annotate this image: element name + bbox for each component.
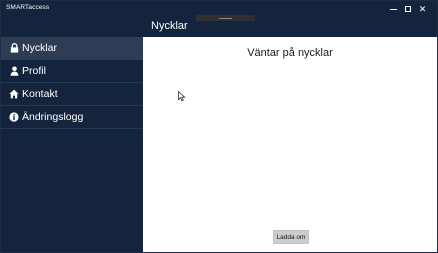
sidebar-item-nycklar[interactable]: Nycklar [1, 37, 143, 60]
page-title: Nycklar [151, 20, 188, 32]
main-content: Väntar på nycklar Ladda om [143, 37, 437, 252]
sidebar-item-andringslogg[interactable]: Ändringslogg [1, 106, 143, 129]
app-window: SMARTaccess ✕ Nycklar Profil Kontakt Änd… [0, 0, 438, 253]
sidebar-item-label: Profil [22, 65, 46, 77]
close-icon: ✕ [418, 3, 427, 14]
sidebar-item-kontakt[interactable]: Kontakt [1, 83, 143, 106]
app-title: SMARTaccess [6, 4, 50, 11]
home-icon [9, 89, 19, 99]
person-icon [9, 66, 19, 76]
sidebar: Nycklar Profil Kontakt Ändringslogg [1, 17, 143, 252]
reload-button[interactable]: Ladda om [273, 230, 309, 244]
grip-icon [219, 18, 232, 19]
mouse-cursor-icon [178, 89, 186, 102]
close-button[interactable]: ✕ [408, 1, 437, 17]
sidebar-item-profil[interactable]: Profil [1, 60, 143, 83]
lock-icon [9, 43, 19, 53]
info-icon [9, 112, 19, 122]
status-heading: Väntar på nycklar [247, 47, 333, 59]
sidebar-item-label: Ändringslogg [22, 111, 84, 123]
sidebar-item-label: Nycklar [22, 42, 58, 54]
page-header: Nycklar [143, 17, 437, 37]
drag-handle[interactable] [196, 15, 255, 21]
sidebar-item-label: Kontakt [22, 88, 58, 100]
